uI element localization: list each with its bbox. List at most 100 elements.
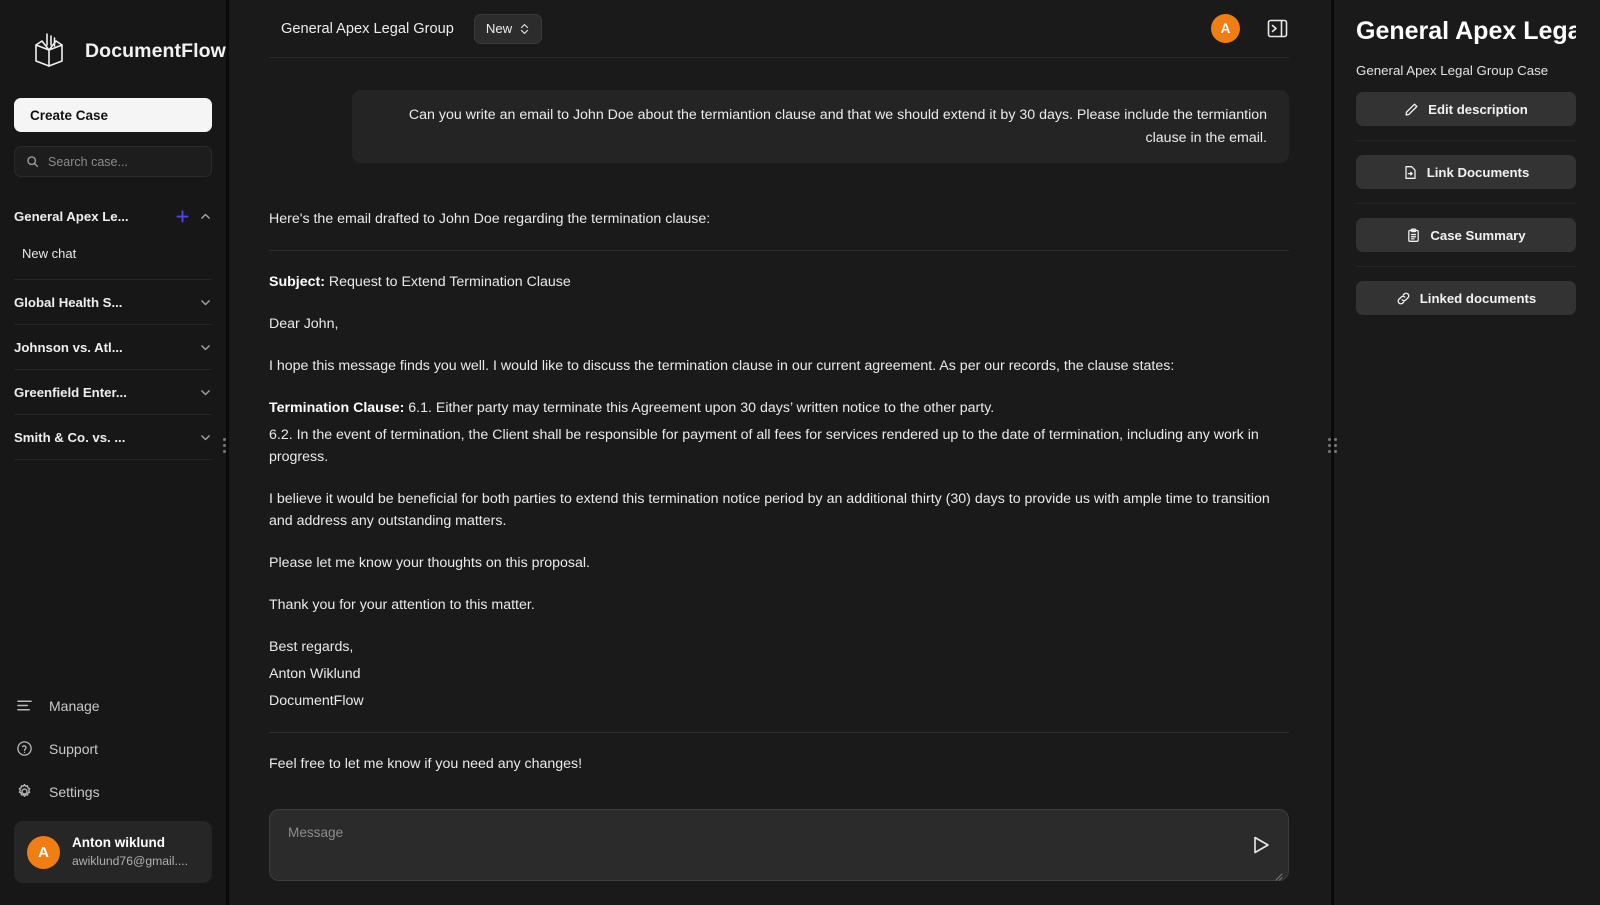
- email-greeting: Dear John,: [269, 316, 339, 333]
- divider: [14, 414, 212, 415]
- gear-icon: [16, 783, 33, 800]
- send-button[interactable]: [1248, 832, 1274, 858]
- case-label: Greenfield Enter...: [14, 384, 127, 400]
- chain-link-icon: [1396, 291, 1411, 306]
- chevron-down-icon[interactable]: [199, 341, 212, 354]
- clause-label: Termination Clause:: [269, 400, 405, 417]
- selector-chevrons-icon: [519, 22, 530, 35]
- topbar-right-actions: A: [1211, 14, 1331, 43]
- topbar-avatar[interactable]: A: [1211, 14, 1240, 43]
- user-account-card[interactable]: A Anton wiklund awiklund76@gmail....: [14, 821, 212, 883]
- subject-value: Request to Extend Termination Clause: [324, 274, 571, 291]
- question-circle-icon: [16, 740, 33, 757]
- case-list: General Apex Le... New chat Global Healt…: [0, 201, 226, 467]
- message-input[interactable]: [288, 823, 1230, 867]
- case-panel-subtitle: General Apex Legal Group Case: [1356, 63, 1549, 79]
- textarea-resize-handle[interactable]: [1274, 868, 1283, 881]
- email-sign-company: DocumentFlow: [269, 693, 364, 710]
- divider: [269, 250, 1289, 252]
- link-documents-button[interactable]: Link Documents: [1356, 155, 1576, 190]
- divider: [14, 279, 212, 280]
- avatar: A: [27, 835, 60, 869]
- sidebar-item-support[interactable]: Support: [0, 727, 226, 770]
- create-case-button[interactable]: Create Case: [14, 98, 212, 132]
- search-input[interactable]: [48, 154, 200, 169]
- chevron-down-icon[interactable]: [199, 296, 212, 309]
- sidebar-item-settings[interactable]: Settings: [0, 770, 226, 813]
- case-header-johnson[interactable]: Johnson vs. Atl...: [0, 332, 226, 362]
- case-label: Global Health S...: [14, 294, 123, 310]
- email-subject-line: Subject: Request to Extend Termination C…: [269, 271, 1289, 293]
- sidebar: DocumentFlow Create Case General Apex Le…: [0, 0, 226, 905]
- new-selector-label: New: [485, 21, 513, 36]
- sidebar-item-label: Settings: [49, 783, 100, 800]
- sliders-icon: [16, 697, 33, 714]
- case-header-smith[interactable]: Smith & Co. vs. ...: [0, 422, 226, 452]
- chat-item-new-chat[interactable]: New chat: [0, 241, 226, 266]
- case-group-greenfield: Greenfield Enter...: [0, 377, 226, 415]
- divider: [14, 324, 212, 325]
- case-group-global-health: Global Health S...: [0, 287, 226, 325]
- search-case-box[interactable]: [14, 146, 212, 177]
- button-label: Linked documents: [1419, 290, 1537, 306]
- button-label: Edit description: [1428, 101, 1528, 117]
- page-title: General Apex Legal Group: [281, 20, 454, 37]
- main-chat-area: General Apex Legal Group New A Can you w…: [229, 0, 1331, 905]
- assistant-intro: Here's the email drafted to John Doe reg…: [269, 211, 711, 228]
- termination-clause-6-1: Termination Clause: 6.1. Either party ma…: [269, 397, 1289, 419]
- case-label: Johnson vs. Atl...: [14, 339, 123, 355]
- new-selector-button[interactable]: New: [473, 13, 543, 44]
- open-book-icon: [26, 31, 72, 71]
- case-label: General Apex Le...: [14, 208, 129, 224]
- case-header-general-apex[interactable]: General Apex Le...: [0, 201, 226, 231]
- user-email: awiklund76@gmail....: [72, 854, 189, 868]
- case-panel-title: General Apex Legal...: [1356, 17, 1576, 45]
- termination-clause-6-2: 6.2. In the event of termination, the Cl…: [269, 427, 1259, 466]
- message-list: Can you write an email to John Doe about…: [229, 58, 1331, 809]
- divider: [1356, 203, 1576, 205]
- case-group-smith: Smith & Co. vs. ...: [0, 422, 226, 460]
- linked-documents-button[interactable]: Linked documents: [1356, 281, 1576, 316]
- case-children: New chat: [0, 231, 226, 272]
- user-message-bubble: Can you write an email to John Doe about…: [352, 90, 1289, 164]
- chevron-down-icon[interactable]: [199, 386, 212, 399]
- pencil-icon: [1404, 102, 1419, 117]
- case-details-panel: General Apex Legal... General Apex Legal…: [1334, 0, 1600, 905]
- user-meta: Anton wiklund awiklund76@gmail....: [72, 834, 188, 870]
- divider: [14, 369, 212, 370]
- chevron-down-icon[interactable]: [199, 431, 212, 444]
- case-summary-button[interactable]: Case Summary: [1356, 218, 1576, 253]
- email-sign-name: Anton Wiklund: [269, 666, 361, 683]
- button-label: Case Summary: [1430, 227, 1526, 243]
- composer-area: [229, 809, 1331, 905]
- button-label: Link Documents: [1426, 164, 1530, 180]
- right-panel-resize-handle[interactable]: [1325, 434, 1339, 456]
- plus-icon[interactable]: [175, 209, 190, 224]
- sidebar-item-manage[interactable]: Manage: [0, 684, 226, 727]
- search-icon: [26, 155, 39, 168]
- send-triangle-icon: [1248, 836, 1274, 861]
- email-paragraph-3: Please let me know your thoughts on this…: [269, 555, 590, 572]
- chevron-up-icon[interactable]: [199, 210, 212, 223]
- panel-collapse-right-icon[interactable]: [1266, 17, 1289, 40]
- divider: [269, 732, 1289, 734]
- clipboard-icon: [1406, 228, 1421, 243]
- sidebar-item-label: Support: [49, 740, 99, 757]
- divider: [1356, 140, 1576, 142]
- app-root: DocumentFlow Create Case General Apex Le…: [0, 0, 1600, 905]
- message-composer[interactable]: [269, 809, 1289, 881]
- email-paragraph-4: Thank you for your attention to this mat…: [269, 597, 535, 614]
- assistant-outro: Feel free to let me know if you need any…: [269, 756, 583, 773]
- case-header-greenfield[interactable]: Greenfield Enter...: [0, 377, 226, 407]
- chat-topbar: General Apex Legal Group New A: [229, 0, 1331, 57]
- subject-label: Subject:: [269, 274, 325, 291]
- divider: [14, 459, 212, 460]
- case-header-global-health[interactable]: Global Health S...: [0, 287, 226, 317]
- main-rightpanel-divider: [1327, 0, 1337, 905]
- edit-description-button[interactable]: Edit description: [1356, 92, 1576, 127]
- document-link-icon: [1403, 165, 1418, 180]
- case-group-johnson: Johnson vs. Atl...: [0, 332, 226, 370]
- email-paragraph-1: I hope this message finds you well. I wo…: [269, 358, 1175, 375]
- brand-logo[interactable]: DocumentFlow: [0, 0, 226, 78]
- user-name: Anton wiklund: [72, 835, 165, 850]
